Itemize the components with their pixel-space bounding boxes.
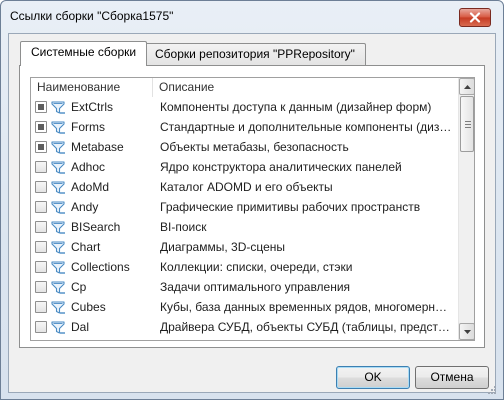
- assembly-name: Cubes: [71, 300, 106, 314]
- assembly-checkbox[interactable]: [35, 281, 47, 293]
- assembly-icon: [51, 101, 65, 114]
- assembly-checkbox[interactable]: [35, 241, 47, 253]
- scroll-thumb[interactable]: [460, 96, 474, 152]
- assembly-checkbox[interactable]: [35, 201, 47, 213]
- assembly-name: Collections: [71, 260, 130, 274]
- assembly-description: Ядро конструктора аналитических панелей: [160, 160, 402, 174]
- tab-system-assemblies[interactable]: Системные сборки: [20, 41, 148, 66]
- close-icon: [469, 12, 481, 23]
- assembly-icon: [51, 301, 65, 314]
- assembly-name: Dal: [71, 320, 90, 334]
- assembly-name: Andy: [71, 200, 99, 214]
- assembly-description: Кубы, база данных временных рядов, много…: [160, 300, 455, 314]
- assembly-description: BI-поиск: [160, 220, 207, 234]
- assembly-icon: [51, 121, 65, 134]
- list-item[interactable]: Dal Драйвера СУБД, объекты СУБД (таблицы,…: [31, 317, 458, 337]
- column-header-description[interactable]: Описание: [153, 78, 458, 97]
- list-item[interactable]: Chart Диаграммы, 3D-сцены: [31, 237, 458, 257]
- cancel-button[interactable]: Отмена: [415, 366, 489, 389]
- list-item[interactable]: Metabase Объекты метабазы, безопасность: [31, 137, 458, 157]
- assembly-checkbox[interactable]: [35, 301, 47, 313]
- assembly-description: Драйвера СУБД, объекты СУБД (таблицы, пр…: [160, 320, 455, 334]
- assembly-icon: [51, 141, 65, 154]
- assembly-name: Adhoc: [71, 160, 106, 174]
- column-header-name[interactable]: Наименование: [31, 78, 153, 97]
- assembly-icon: [51, 241, 65, 254]
- assembly-name: AdoMd: [71, 180, 110, 194]
- assembly-checkbox[interactable]: [35, 121, 47, 133]
- scroll-down-button[interactable]: [459, 323, 474, 340]
- list-item[interactable]: Adhoc Ядро конструктора аналитических пан…: [31, 157, 458, 177]
- assembly-icon: [51, 261, 65, 274]
- assembly-icon: [51, 161, 65, 174]
- assembly-name: Chart: [71, 240, 101, 254]
- assembly-description: Компоненты доступа к данным (дизайнер фо…: [160, 100, 432, 114]
- assembly-description: Каталог ADOMD и его объекты: [160, 180, 333, 194]
- list-item[interactable]: BISearch BI-поиск: [31, 217, 458, 237]
- dialog-client-area: Системные сборки Сборки репозитория "PPR…: [8, 33, 496, 394]
- assembly-checkbox[interactable]: [35, 101, 47, 113]
- assembly-checkbox[interactable]: [35, 321, 47, 333]
- tab-repository-assemblies[interactable]: Сборки репозитория "PPRepository": [144, 43, 366, 66]
- grip-line: [465, 121, 471, 122]
- vertical-scrollbar[interactable]: [458, 78, 474, 340]
- assembly-icon: [51, 321, 65, 334]
- arrow-up-icon: [463, 84, 471, 89]
- assembly-name: Metabase: [71, 140, 124, 154]
- assembly-checkbox[interactable]: [35, 261, 47, 273]
- close-button[interactable]: [459, 8, 491, 27]
- list-item[interactable]: ExtCtrls Компоненты доступа к данным (диз…: [31, 97, 458, 117]
- list-header: Наименование Описание: [31, 78, 458, 97]
- assembly-name: Forms: [71, 120, 105, 134]
- grip-line: [465, 124, 471, 125]
- assembly-list[interactable]: Наименование Описание ExtCtrls Компоненты…: [30, 77, 475, 341]
- assembly-name: ExtCtrls: [71, 100, 113, 114]
- assembly-icon: [51, 201, 65, 214]
- assembly-name: Cp: [71, 280, 87, 294]
- assembly-checkbox[interactable]: [35, 181, 47, 193]
- assembly-checkbox[interactable]: [35, 161, 47, 173]
- grip-line: [465, 127, 471, 128]
- assembly-description: Задачи оптимального управления: [160, 280, 351, 294]
- list-item[interactable]: AdoMd Каталог ADOMD и его объекты: [31, 177, 458, 197]
- window-title: Ссылки сборки "Сборка1575": [10, 9, 174, 23]
- assembly-description: Диаграммы, 3D-сцены: [160, 240, 286, 254]
- arrow-down-icon: [463, 329, 471, 334]
- assembly-description: Стандартные и дополнительные компоненты …: [160, 120, 455, 134]
- resize-grip-icon[interactable]: [486, 384, 496, 394]
- assembly-description: Графические примитивы рабочих пространст…: [160, 200, 421, 214]
- list-item[interactable]: Cp Задачи оптимального управления: [31, 277, 458, 297]
- assembly-checkbox[interactable]: [35, 141, 47, 153]
- list-item[interactable]: Andy Графические примитивы рабочих простр…: [31, 197, 458, 217]
- assembly-description: Коллекции: списки, очереди, стэки: [160, 260, 353, 274]
- ok-button[interactable]: OK: [336, 366, 410, 389]
- title-bar[interactable]: Ссылки сборки "Сборка1575": [1, 1, 503, 31]
- tab-panel: Наименование Описание ExtCtrls Компоненты…: [19, 65, 485, 348]
- assembly-checkbox[interactable]: [35, 221, 47, 233]
- list-item[interactable]: Collections Коллекции: списки, очереди, с…: [31, 257, 458, 277]
- dialog-window: Ссылки сборки "Сборка1575" Системные сбо…: [0, 0, 504, 400]
- assembly-icon: [51, 181, 65, 194]
- assembly-name: BISearch: [71, 220, 121, 234]
- assembly-icon: [51, 221, 65, 234]
- list-item[interactable]: Cubes Кубы, база данных временных рядов, …: [31, 297, 458, 317]
- list-rows: ExtCtrls Компоненты доступа к данным (диз…: [31, 97, 458, 337]
- scroll-up-button[interactable]: [459, 78, 474, 95]
- assembly-icon: [51, 281, 65, 294]
- assembly-description: Объекты метабазы, безопасность: [160, 140, 349, 154]
- list-item[interactable]: Forms Стандартные и дополнительные компон…: [31, 117, 458, 137]
